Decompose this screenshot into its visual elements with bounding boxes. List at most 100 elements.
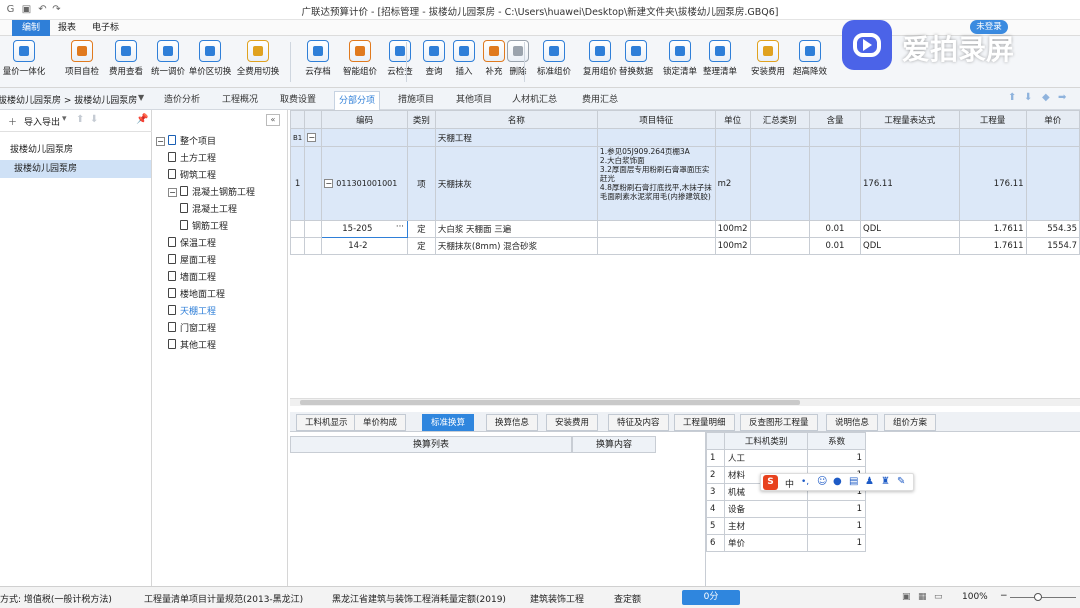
arrow-left-icon[interactable]: ◆ <box>1042 92 1050 103</box>
group-row[interactable]: B1 − 天棚工程 <box>289 128 1080 147</box>
quota-name[interactable]: 黑龙江省建筑与装饰工程消耗量定额(2019) <box>332 592 506 605</box>
tree-item[interactable]: 楼地面工程 <box>152 287 288 304</box>
tree-item[interactable]: 天棚工程 <box>152 304 288 321</box>
nav-tab-3[interactable]: 分部分项 <box>334 91 381 110</box>
coef-v[interactable]: 1 <box>807 500 866 518</box>
coef-v[interactable]: 1 <box>807 517 866 535</box>
nav-tab-6[interactable]: 人材机汇总 <box>508 91 561 110</box>
tree-item[interactable]: 土方工程 <box>152 151 288 168</box>
col-expr[interactable]: 工程量表达式 <box>860 110 960 129</box>
coef-row[interactable]: 1 人工 1 <box>706 449 866 467</box>
project-tree-root[interactable]: 拔楼幼儿园泵房 <box>10 142 73 155</box>
ribbon-button-7[interactable]: 智能组价 <box>340 38 380 86</box>
ribbon-button-13[interactable]: 标准组价 <box>534 38 574 86</box>
coef-v[interactable]: 1 <box>807 534 866 552</box>
nav-tab-2[interactable]: 取费设置 <box>276 91 320 110</box>
collapse-icon[interactable]: − <box>307 132 317 142</box>
spec-name[interactable]: 工程量清单项目计量规范(2013-黑龙江) <box>144 592 303 605</box>
detail-tab-5[interactable]: 特征及内容 <box>608 414 669 431</box>
pin-icon[interactable]: 📌 <box>136 114 148 125</box>
col-qty[interactable]: 工程量 <box>958 110 1027 129</box>
nav-tab-1[interactable]: 工程概况 <box>218 91 262 110</box>
tree-item[interactable]: 其他工程 <box>152 338 288 355</box>
tree-item[interactable]: 门窗工程 <box>152 321 288 338</box>
ribbon-button-18[interactable]: 安装费用 <box>748 38 788 86</box>
tree-item[interactable]: 屋面工程 <box>152 253 288 270</box>
ribbon-button-12[interactable]: 删除 <box>498 38 538 86</box>
move-down-icon[interactable]: ⬇ <box>90 114 98 125</box>
major-name[interactable]: 建筑装饰工程 <box>530 592 584 605</box>
tree-root[interactable]: − 整个项目 <box>156 134 216 147</box>
ribbon-button-16[interactable]: 锁定清单 <box>660 38 700 86</box>
menu-dianzibiao[interactable]: 电子标 <box>82 20 129 36</box>
detail-tab-7[interactable]: 反查图形工程量 <box>740 414 818 431</box>
nav-tab-0[interactable]: 造价分析 <box>160 91 204 110</box>
collapse-icon[interactable]: − <box>168 188 177 197</box>
tree-item[interactable]: 保温工程 <box>152 236 288 253</box>
add-icon[interactable]: ＋ <box>8 115 17 128</box>
ribbon-button-0[interactable]: 量价一体化 <box>3 38 45 86</box>
detail-tab-8[interactable]: 说明信息 <box>826 414 879 431</box>
ribbon-button-6[interactable]: 云存档 <box>298 38 338 86</box>
score-badge[interactable]: 0分 <box>682 590 740 605</box>
collapse-icon[interactable]: − <box>324 179 334 188</box>
col-feature[interactable]: 项目特征 <box>596 110 716 129</box>
coef-v[interactable]: 1 <box>807 449 866 467</box>
col-name[interactable]: 名称 <box>434 110 598 129</box>
table-row[interactable]: 14-2 定 天棚抹灰(8mm) 混合砂浆 100m2 0.01 QDL 1.7… <box>289 237 1080 255</box>
collapse-icon[interactable]: − <box>156 137 165 146</box>
row-expr[interactable]: 176.11 <box>860 146 960 221</box>
ime-skin-icon[interactable]: ♜ <box>881 476 890 487</box>
table-row[interactable]: 15-205 ··· 定 大白浆 天棚面 三遍 100m2 0.01 QDL 1.… <box>289 220 1080 238</box>
ime-user-icon[interactable]: ♟ <box>865 476 874 487</box>
detail-tab-2[interactable]: 标准换算 <box>422 414 475 431</box>
menu-baobiao[interactable]: 报表 <box>48 20 86 36</box>
ime-toolbar[interactable]: S 中 •, ☺ ● ▤ ♟ ♜ ✎ <box>760 473 914 491</box>
ribbon-button-2[interactable]: 费用查看 <box>106 38 146 86</box>
ime-punct-icon[interactable]: •, <box>801 477 809 487</box>
nav-tab-4[interactable]: 措施项目 <box>394 91 438 110</box>
detail-tab-6[interactable]: 工程量明细 <box>674 414 735 431</box>
col-content[interactable]: 含量 <box>808 110 862 129</box>
project-dropdown[interactable]: 拔楼幼儿园泵房 > 拔楼幼儿园泵房 <box>0 93 137 106</box>
zoom-thumb[interactable] <box>1034 593 1042 601</box>
col-type[interactable]: 类别 <box>407 110 436 129</box>
col-sum[interactable]: 汇总类别 <box>749 110 810 129</box>
row-expr[interactable]: QDL <box>860 220 960 238</box>
row-feature[interactable]: 1.参见05J909.264页棚3A 2.大白浆饰面 3.2厚面层专用粉刷石膏罩… <box>596 146 716 221</box>
zoom-out-icon[interactable]: − <box>1000 591 1008 601</box>
zoom-slider[interactable] <box>1010 597 1076 598</box>
ime-settings-icon[interactable]: ✎ <box>897 476 905 487</box>
ribbon-button-15[interactable]: 替换数据 <box>616 38 656 86</box>
project-tree-selected[interactable]: 拔楼幼儿园泵房 <box>0 160 151 178</box>
import-export-button[interactable]: 导入导出 <box>24 115 60 128</box>
col-unit[interactable]: 单位 <box>714 110 751 129</box>
ribbon-button-4[interactable]: 单价区切换 <box>189 38 231 86</box>
col-price[interactable]: 单价 <box>1025 110 1080 129</box>
table-row[interactable]: 1 −011301001001 项 天棚抹灰 1.参见05J909.264页棚3… <box>289 146 1080 221</box>
detail-tab-1[interactable]: 单价构成 <box>354 414 407 431</box>
ribbon-button-1[interactable]: 项目自检 <box>62 38 102 86</box>
ribbon-button-3[interactable]: 统一调价 <box>148 38 188 86</box>
code-input[interactable]: 15-205 ··· <box>321 220 409 238</box>
arrow-right-icon[interactable]: ➡ <box>1058 92 1066 103</box>
arrow-up-icon[interactable]: ⬆ <box>1008 92 1016 103</box>
menu-bianzhi[interactable]: 编制 <box>12 20 51 36</box>
window-icon[interactable]: ▭ <box>934 592 943 602</box>
detail-tab-3[interactable]: 换算信息 <box>486 414 539 431</box>
ime-emoji-icon[interactable]: ☺ <box>817 476 827 487</box>
tree-item[interactable]: 砌筑工程 <box>152 168 288 185</box>
detail-tab-0[interactable]: 工料机显示 <box>296 414 357 431</box>
col-code[interactable]: 编码 <box>321 110 409 129</box>
layout-icon[interactable]: ▣ <box>902 592 911 602</box>
detail-tab-9[interactable]: 组价方案 <box>884 414 937 431</box>
tree-item[interactable]: 墙面工程 <box>152 270 288 287</box>
arrow-down-icon[interactable]: ⬇ <box>1024 92 1032 103</box>
coef-row[interactable]: 6 单价 1 <box>706 534 866 552</box>
coef-row[interactable]: 4 设备 1 <box>706 500 866 518</box>
chevron-down-icon[interactable]: ▼ <box>138 93 144 102</box>
grid-icon[interactable]: ▦ <box>918 592 927 602</box>
ribbon-button-14[interactable]: 复用组价 <box>580 38 620 86</box>
chevron-down-icon[interactable]: ▾ <box>62 114 67 124</box>
ribbon-button-19[interactable]: 超高降效 <box>790 38 830 86</box>
